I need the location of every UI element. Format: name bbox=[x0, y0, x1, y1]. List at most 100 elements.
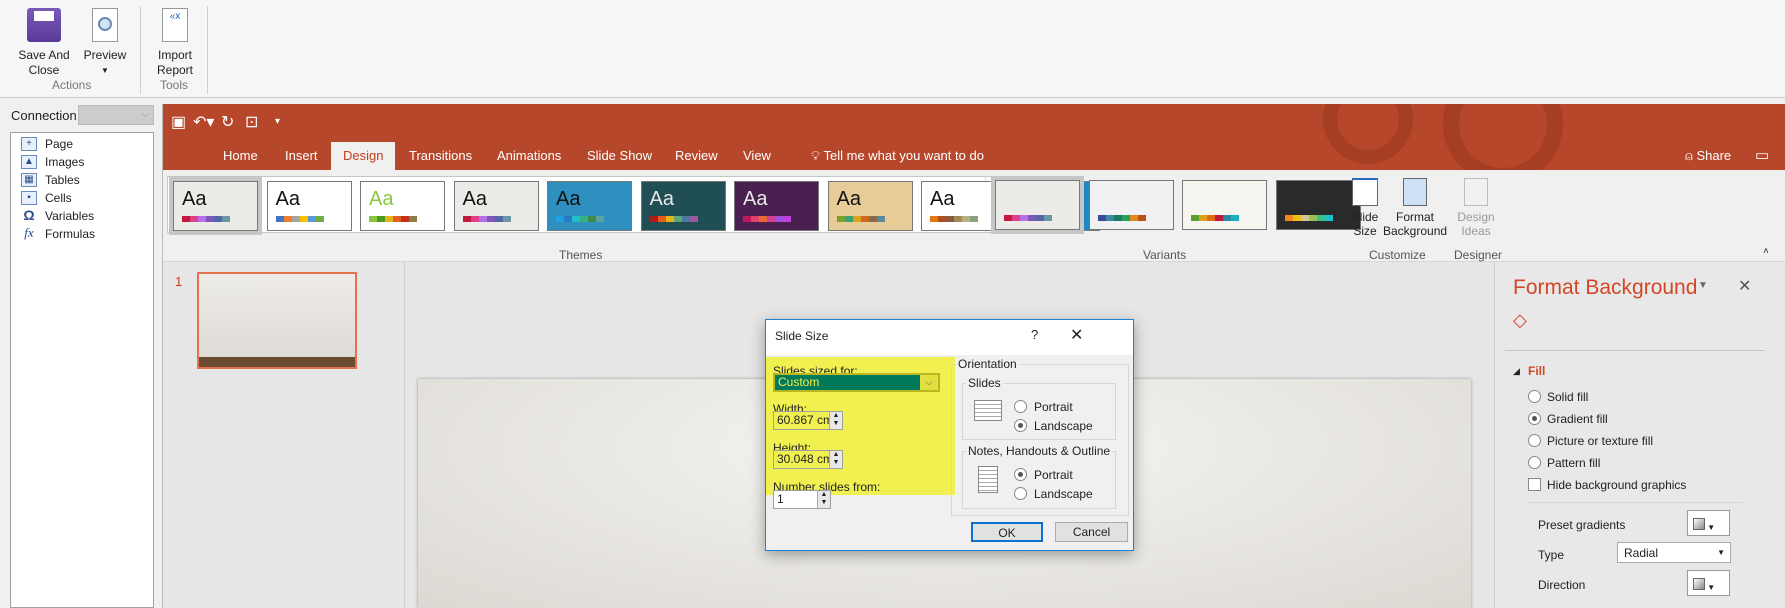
type-label: Type bbox=[1538, 548, 1565, 562]
save-and-close-button[interactable]: Save And Close bbox=[14, 8, 74, 78]
import-report-button[interactable]: «x Import Report bbox=[150, 8, 200, 78]
help-button[interactable]: ? bbox=[1031, 327, 1038, 342]
number-slides-input[interactable]: 1 ▲ ▼ bbox=[773, 490, 831, 509]
collapse-triangle-icon[interactable]: ◢ bbox=[1513, 366, 1520, 377]
tree-item-page[interactable]: + Page bbox=[21, 135, 73, 153]
design-ideas-button[interactable]: Design Ideas bbox=[1454, 178, 1498, 238]
connection-select[interactable]: ⌵ bbox=[78, 105, 154, 125]
color-swatch bbox=[954, 216, 962, 222]
tab-animations[interactable]: Animations bbox=[485, 142, 573, 170]
tree-item-tables[interactable]: ▦ Tables bbox=[21, 171, 80, 189]
sized-for-select[interactable]: Custom ⌵ bbox=[773, 373, 940, 392]
close-icon[interactable]: ✕ bbox=[1738, 276, 1751, 296]
theme-thumbnail[interactable]: Aa bbox=[266, 181, 352, 231]
color-swatch bbox=[1191, 215, 1199, 221]
number-slides-value: 1 bbox=[777, 492, 784, 506]
preview-label: Preview bbox=[83, 48, 127, 62]
orientation-label: Orientation bbox=[956, 357, 1019, 371]
spinner-arrows-icon[interactable]: ▲ ▼ bbox=[817, 491, 830, 508]
tab-insert[interactable]: Insert bbox=[273, 142, 330, 170]
redo-icon[interactable]: ↻ bbox=[221, 112, 234, 132]
tab-slide-show[interactable]: Slide Show bbox=[575, 142, 664, 170]
height-input[interactable]: 30.048 cm ▲ ▼ bbox=[773, 450, 843, 469]
color-swatch bbox=[393, 216, 401, 222]
cancel-button[interactable]: Cancel bbox=[1055, 522, 1128, 542]
variant-thumbnail[interactable] bbox=[991, 176, 1084, 234]
ok-button[interactable]: OK bbox=[971, 522, 1043, 542]
color-swatch bbox=[946, 216, 954, 222]
theme-thumbnail[interactable]: Aa bbox=[547, 181, 632, 231]
tab-transitions[interactable]: Transitions bbox=[397, 142, 484, 170]
slide-thumbnail[interactable] bbox=[197, 272, 357, 369]
preset-gradients-label: Preset gradients bbox=[1538, 518, 1626, 532]
tree-item-variables[interactable]: Ω Variables bbox=[21, 207, 94, 225]
tree-item-images[interactable]: ▲ Images bbox=[21, 153, 84, 171]
preset-gradients-button[interactable]: ▼ bbox=[1687, 510, 1730, 536]
color-swatches bbox=[182, 216, 230, 222]
tab-view[interactable]: View bbox=[731, 142, 783, 170]
preview-button[interactable]: Preview ▼ bbox=[80, 8, 130, 78]
type-select[interactable]: Radial ▼ bbox=[1617, 542, 1731, 563]
spinner-arrows-icon[interactable]: ▲ ▼ bbox=[829, 412, 842, 429]
tree-item-cells[interactable]: ▪ Cells bbox=[21, 189, 72, 207]
tab-home[interactable]: Home bbox=[211, 142, 270, 170]
slides-portrait-radio[interactable] bbox=[1014, 400, 1027, 413]
tab-review[interactable]: Review bbox=[663, 142, 730, 170]
fill-option-radio[interactable] bbox=[1528, 434, 1541, 447]
collapse-ribbon-icon[interactable]: ˄ bbox=[1763, 246, 1769, 257]
color-swatch bbox=[868, 216, 877, 222]
undo-icon[interactable]: ↶▾ bbox=[193, 112, 214, 132]
fill-bucket-icon[interactable]: ◇ bbox=[1513, 310, 1527, 331]
color-swatch bbox=[681, 216, 690, 222]
theme-thumbnail[interactable]: Aa bbox=[640, 181, 726, 231]
format-background-button[interactable]: Format Background bbox=[1383, 178, 1447, 238]
color-swatch bbox=[970, 216, 978, 222]
comments-icon[interactable]: ▭ bbox=[1743, 142, 1781, 170]
slide-thumbnail-pane: 1 bbox=[163, 262, 405, 608]
theme-sample-text: Aa bbox=[462, 188, 487, 210]
connection-label: Connection bbox=[11, 108, 77, 123]
width-input[interactable]: 60.867 cm ▲ ▼ bbox=[773, 411, 843, 430]
customize-qat-icon[interactable]: ▾ bbox=[275, 116, 280, 127]
save-icon[interactable]: ▣ bbox=[171, 112, 186, 132]
color-swatch bbox=[307, 216, 316, 222]
variants-group-label: Variants bbox=[1143, 248, 1187, 262]
hide-graphics-checkbox[interactable] bbox=[1528, 478, 1541, 491]
close-icon[interactable]: ✕ bbox=[1070, 325, 1083, 345]
theme-thumbnail[interactable]: Aa bbox=[827, 181, 913, 231]
share-button[interactable]: ⍝ Share bbox=[1673, 142, 1743, 170]
tell-me-search[interactable]: 💡︎ Tell me what you want to do bbox=[799, 142, 996, 170]
gradient-swatch-icon bbox=[1693, 578, 1705, 590]
themes-gallery: ▲▼⩡ AaAaAaAaAaAaAaAaAaAa bbox=[167, 176, 1100, 235]
slide-size-button[interactable]: Slide Size bbox=[1350, 178, 1380, 238]
pane-options-icon[interactable]: ▼ bbox=[1698, 280, 1708, 291]
fill-option-radio[interactable] bbox=[1528, 456, 1541, 469]
theme-thumbnail[interactable]: Aa bbox=[734, 181, 819, 231]
divider bbox=[1528, 502, 1743, 503]
theme-sample-text: Aa bbox=[930, 188, 955, 210]
spinner-arrows-icon[interactable]: ▲ ▼ bbox=[829, 451, 842, 468]
variant-thumbnail[interactable] bbox=[1088, 180, 1174, 230]
variant-thumbnail[interactable] bbox=[1275, 180, 1361, 230]
fill-option-label: Solid fill bbox=[1547, 390, 1589, 404]
notes-portrait-radio[interactable] bbox=[1014, 468, 1027, 481]
fill-section-header[interactable]: Fill bbox=[1528, 364, 1545, 378]
color-swatches bbox=[1004, 215, 1052, 221]
present-icon[interactable]: ⊡ bbox=[245, 112, 258, 132]
theme-thumbnail[interactable]: Aa bbox=[360, 181, 445, 231]
slides-landscape-radio[interactable] bbox=[1014, 419, 1027, 432]
tree-item-formulas[interactable]: fx Formulas bbox=[21, 225, 95, 243]
color-swatch bbox=[860, 216, 869, 222]
fill-option-radio[interactable] bbox=[1528, 412, 1541, 425]
color-swatch bbox=[876, 216, 885, 222]
direction-button[interactable]: ▼ bbox=[1687, 570, 1730, 596]
variant-thumbnail[interactable] bbox=[1182, 180, 1267, 230]
theme-thumbnail[interactable]: Aa bbox=[169, 177, 262, 235]
theme-thumbnail[interactable]: Aa bbox=[453, 181, 539, 231]
color-swatch bbox=[1036, 215, 1044, 221]
paint-bucket-icon bbox=[1403, 178, 1427, 206]
notes-landscape-radio[interactable] bbox=[1014, 487, 1027, 500]
fill-option-radio[interactable] bbox=[1528, 390, 1541, 403]
tab-design[interactable]: Design bbox=[331, 142, 396, 170]
color-swatch bbox=[1020, 215, 1028, 221]
